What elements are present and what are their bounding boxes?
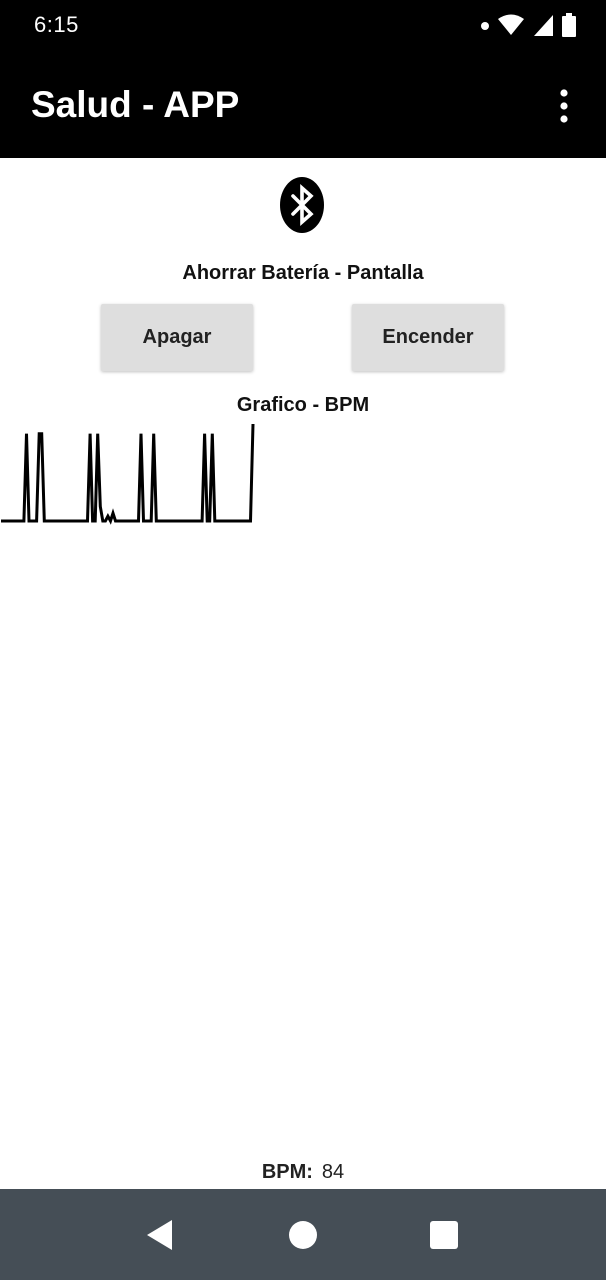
wifi-icon bbox=[498, 14, 524, 41]
bluetooth-icon bbox=[280, 177, 324, 233]
more-vert-icon[interactable] bbox=[552, 88, 576, 124]
chart-title: Grafico - BPM bbox=[236, 394, 370, 416]
bpm-label: BPM: bbox=[261, 1161, 313, 1183]
app-title: Salud - APP bbox=[31, 84, 240, 125]
back-triangle-icon[interactable] bbox=[136, 1211, 184, 1259]
encender-button[interactable]: Encender bbox=[352, 304, 504, 371]
home-circle-icon[interactable] bbox=[279, 1211, 327, 1259]
cellular-signal-icon bbox=[532, 13, 554, 42]
status-time: 6:15 bbox=[34, 12, 79, 37]
app-bar: Salud - APP bbox=[0, 54, 606, 158]
apagar-button[interactable]: Apagar bbox=[101, 304, 253, 371]
recents-square-icon[interactable] bbox=[420, 1211, 468, 1259]
bpm-chart bbox=[1, 423, 255, 525]
bpm-value: 84 bbox=[321, 1161, 345, 1183]
navigation-bar bbox=[0, 1189, 606, 1280]
bpm-readout: BPM: 84 bbox=[0, 1161, 606, 1184]
status-bar: 6:15 bbox=[0, 0, 606, 54]
bluetooth-button[interactable] bbox=[279, 176, 325, 234]
notification-dot-icon bbox=[480, 18, 490, 36]
bpm-series-line bbox=[1, 423, 255, 525]
status-icons bbox=[480, 12, 576, 42]
battery-save-label: Ahorrar Batería - Pantalla bbox=[182, 262, 424, 284]
battery-icon bbox=[562, 12, 576, 42]
